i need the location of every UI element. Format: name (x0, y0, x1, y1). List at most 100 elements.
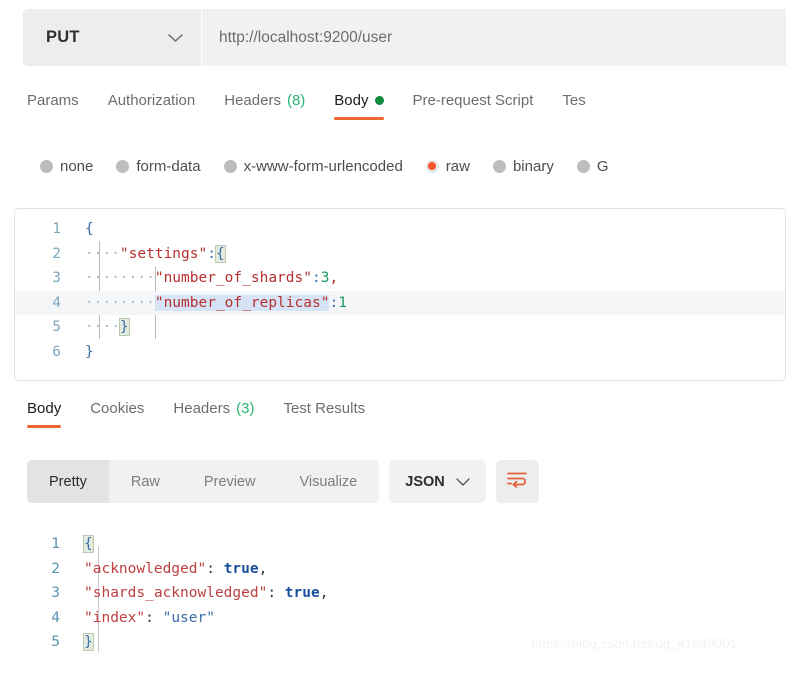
line-number: 3 (52, 270, 61, 286)
response-format-select[interactable]: JSON (389, 460, 486, 503)
tab-tests-label: Tes (562, 92, 586, 109)
chevron-down-icon (456, 474, 470, 490)
tab-body[interactable]: Body (334, 92, 384, 120)
body-type-none-label: none (60, 157, 94, 175)
response-tab-headers[interactable]: Headers (3) (173, 400, 254, 428)
response-value-acknowledged: true (223, 560, 259, 577)
word-wrap-toggle-button[interactable] (495, 460, 539, 503)
radio-icon (40, 159, 53, 173)
code-line: 3 ········"number_of_shards":3, (15, 266, 785, 291)
tab-active-underline (334, 116, 384, 120)
radio-icon (223, 159, 237, 173)
body-type-graphql-label: G (596, 157, 609, 175)
line-number: 4 (52, 294, 61, 311)
view-visualize-button[interactable]: Visualize (277, 460, 379, 503)
body-type-binary[interactable]: binary (492, 157, 554, 175)
line-number: 4 (51, 609, 60, 626)
line-number: 3 (51, 585, 60, 601)
http-method-value: PUT (46, 28, 80, 46)
view-pretty-label: Pretty (49, 473, 87, 490)
response-body-viewer[interactable]: 1 { 2 "acknowledged": true, 3 "shards_ac… (14, 532, 786, 672)
body-type-raw[interactable]: raw (425, 157, 470, 175)
code-line: 1 { (15, 217, 785, 242)
code-line: 5 ····} (15, 315, 785, 340)
response-view-toolbar: Pretty Raw Preview Visualize JSON (27, 460, 539, 503)
view-raw-label: Raw (130, 473, 160, 490)
line-content: ····"settings":{ (85, 244, 226, 263)
view-preview-label: Preview (203, 473, 256, 490)
response-tab-headers-count: (3) (236, 400, 255, 417)
body-type-binary-label: binary (512, 157, 554, 175)
tab-authorization-label: Authorization (107, 92, 196, 109)
request-url-input[interactable]: http://localhost:9200/user (202, 9, 786, 66)
response-tab-body[interactable]: Body (27, 400, 62, 428)
word-wrap-icon (506, 470, 528, 493)
tab-body-label: Body (334, 92, 369, 109)
response-value-shards-acknowledged: true (284, 585, 320, 601)
line-number: 1 (52, 221, 61, 237)
body-type-form-data[interactable]: form-data (116, 157, 201, 175)
line-content: ········"number_of_replicas":1 (85, 294, 347, 311)
tab-headers[interactable]: Headers (8) (224, 92, 305, 120)
code-line: 3 "shards_acknowledged": true, (14, 581, 786, 606)
view-pretty-button[interactable]: Pretty (27, 460, 109, 503)
response-tab-headers-label: Headers (173, 400, 231, 417)
response-tab-body-label: Body (27, 400, 62, 417)
code-line: 2 "acknowledged": true, (14, 557, 786, 582)
body-modified-dot-icon (374, 96, 384, 105)
request-url-value: http://localhost:9200/user (219, 28, 393, 46)
line-content: "index": "user" (84, 609, 215, 626)
response-value-index: user (171, 609, 207, 626)
tab-pre-request-script-label: Pre-request Script (412, 92, 534, 109)
response-format-value: JSON (405, 473, 445, 490)
tab-authorization[interactable]: Authorization (108, 92, 196, 120)
radio-icon (116, 159, 130, 173)
radio-icon (492, 159, 506, 173)
response-view-segmented-control: Pretty Raw Preview Visualize (27, 460, 380, 503)
section-divider (0, 440, 786, 441)
response-tab-cookies-label: Cookies (90, 400, 145, 417)
code-line: 6 } (15, 340, 785, 365)
line-content: { (83, 535, 94, 553)
line-content: { (85, 221, 94, 237)
body-type-urlencoded-label: x-www-form-urlencoded (243, 157, 403, 175)
line-content: "acknowledged": true, (84, 560, 268, 577)
body-type-radio-group: none form-data x-www-form-urlencoded raw… (0, 150, 786, 182)
code-line: 2 ····"settings":{ (15, 242, 785, 267)
request-body-editor[interactable]: 1 { 2 ····"settings":{ 3 ········"number… (14, 208, 786, 381)
code-line-active: 4 ········"number_of_replicas":1 (15, 290, 785, 315)
tab-params[interactable]: Params (27, 92, 79, 120)
watermark: https://blog.csdn.net/qq_41649001 (531, 636, 738, 651)
line-content: ········"number_of_shards":3, (85, 270, 339, 286)
view-preview-button[interactable]: Preview (182, 460, 278, 503)
body-type-urlencoded[interactable]: x-www-form-urlencoded (223, 157, 403, 175)
tab-headers-count: (8) (286, 92, 306, 109)
radio-icon (576, 159, 590, 173)
body-type-raw-label: raw (445, 157, 470, 175)
body-type-form-data-label: form-data (136, 157, 201, 175)
response-tab-test-results[interactable]: Test Results (283, 400, 365, 428)
request-tabs: Params Authorization Headers (8) Body Pr… (0, 92, 786, 132)
code-line: 1 { (14, 532, 786, 557)
request-body-code[interactable]: 1 { 2 ····"settings":{ 3 ········"number… (15, 209, 785, 364)
tab-active-underline (27, 424, 62, 428)
tab-pre-request-script[interactable]: Pre-request Script (413, 92, 534, 120)
line-number: 5 (52, 319, 61, 335)
request-url-bar: PUT http://localhost:9200/user (0, 9, 786, 66)
radio-selected-icon (425, 159, 439, 173)
chevron-down-icon (168, 33, 183, 42)
view-raw-button[interactable]: Raw (109, 460, 182, 503)
view-visualize-label: Visualize (299, 473, 358, 490)
body-type-none[interactable]: none (40, 158, 93, 175)
line-number: 1 (51, 536, 60, 552)
tab-headers-label: Headers (224, 92, 281, 109)
tab-params-label: Params (27, 92, 79, 109)
line-content: "shards_acknowledged": true, (84, 585, 329, 601)
response-tabs: Body Cookies Headers (3) Test Results (0, 400, 786, 438)
http-method-select[interactable]: PUT (23, 9, 201, 66)
code-line: 4 "index": "user" (14, 606, 786, 631)
tab-tests[interactable]: Tes (562, 92, 585, 120)
line-content: ····} (85, 318, 130, 336)
response-tab-cookies[interactable]: Cookies (90, 400, 144, 428)
body-type-graphql[interactable]: G (576, 157, 609, 175)
